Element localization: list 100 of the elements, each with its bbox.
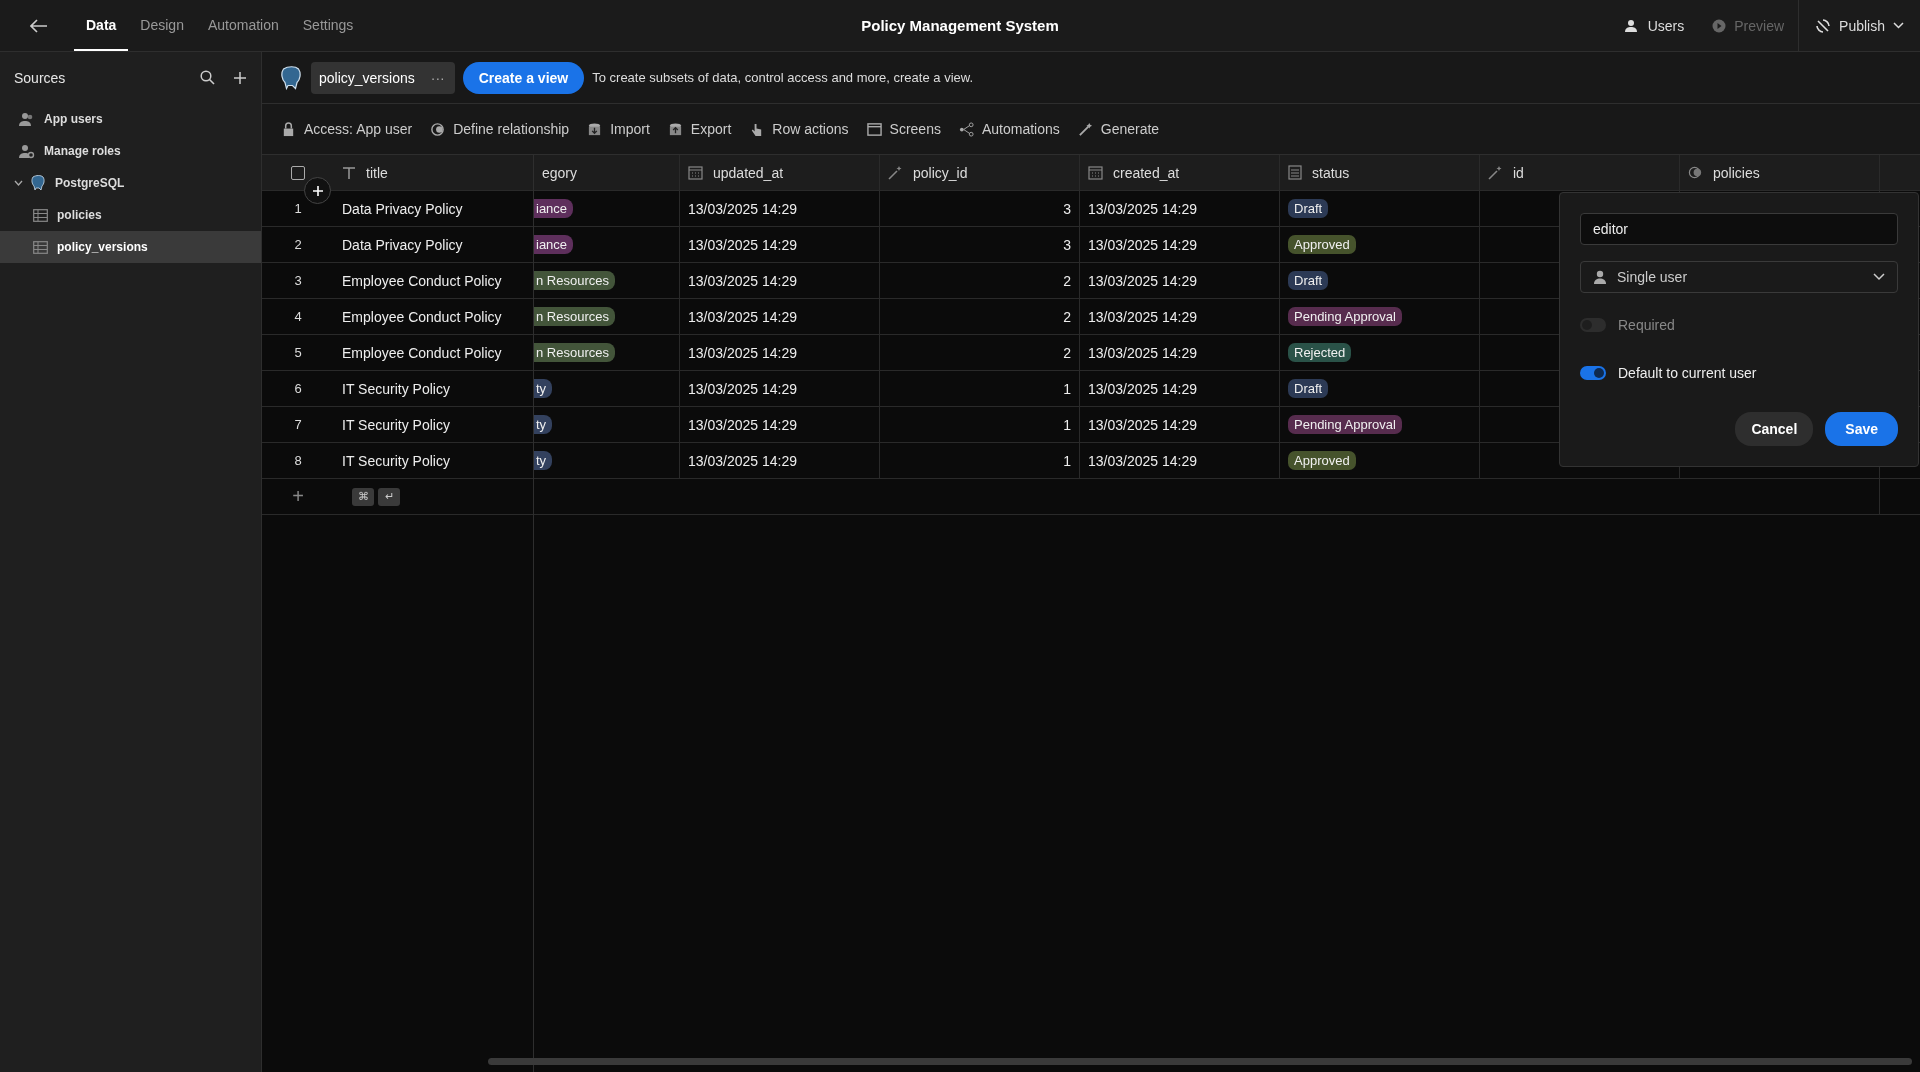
sidebar-item[interactable]: policies xyxy=(0,199,261,231)
play-icon xyxy=(1712,18,1727,33)
plus-icon xyxy=(311,184,324,197)
relationship-icon xyxy=(430,121,446,137)
column-header[interactable]: status xyxy=(1280,155,1480,190)
category-tag: iance xyxy=(534,235,574,254)
table-cell: 13/03/2025 14:29 xyxy=(1080,299,1280,334)
user-icon xyxy=(1593,270,1607,284)
toolbar-button[interactable]: Automations xyxy=(955,121,1071,137)
sidebar-item[interactable]: Manage roles xyxy=(0,135,261,167)
toolbar-button[interactable]: Generate xyxy=(1074,121,1171,137)
category-tag: n Resources xyxy=(534,343,615,362)
toolbar-button[interactable]: Row actions xyxy=(746,121,860,137)
category-tag: n Resources xyxy=(534,307,615,326)
table-cell-text: Employee Conduct Policy xyxy=(341,307,503,327)
publish-button[interactable]: Publish xyxy=(1798,0,1920,51)
shortcut-key: ↵ xyxy=(378,487,400,506)
shortcut-key: ⌘ xyxy=(352,487,374,506)
category-tag: ty xyxy=(534,451,553,470)
hint-text: To create subsets of data, control access and more, create a view. xyxy=(592,70,974,85)
table-cell-text: Data Privacy Policy xyxy=(341,199,464,219)
category-tag: n Resources xyxy=(534,271,615,290)
status-tag: Approved xyxy=(1288,451,1356,470)
circles-icon xyxy=(1688,165,1703,180)
wand-icon xyxy=(888,165,903,180)
search-icon[interactable] xyxy=(200,70,215,85)
table-cell: 13/03/2025 14:29 xyxy=(1080,443,1280,478)
list-icon xyxy=(1288,165,1302,180)
create-view-button[interactable]: Create a view xyxy=(462,61,585,94)
calendar-icon xyxy=(688,165,703,180)
scrollbar[interactable] xyxy=(488,1058,1912,1065)
toolbar-button[interactable]: Screens xyxy=(863,121,952,137)
type-dropdown[interactable]: Single user xyxy=(1580,261,1898,293)
toggle-label: Default to current user xyxy=(1618,365,1757,381)
row-number: 2 xyxy=(293,236,303,254)
add-row-button[interactable]: + xyxy=(292,485,304,508)
table-cell: 13/03/2025 14:29 xyxy=(1080,191,1280,226)
screen-icon xyxy=(866,121,882,137)
column-header[interactable]: egory xyxy=(534,155,680,190)
nav-tab[interactable]: Automation xyxy=(195,0,291,51)
topbar-button[interactable]: Users xyxy=(1610,17,1699,34)
sidebar-item[interactable]: App users xyxy=(0,103,261,135)
nav-tab[interactable]: Design xyxy=(128,0,196,51)
toolbar-button[interactable]: Import xyxy=(584,121,661,137)
cancel-button[interactable]: Cancel xyxy=(1735,412,1814,446)
save-button[interactable]: Save xyxy=(1825,412,1898,446)
column-header[interactable]: id xyxy=(1480,155,1680,190)
automation-icon xyxy=(958,121,974,137)
add-column-button[interactable] xyxy=(304,177,331,204)
table-name-tab[interactable]: policy_versions ··· xyxy=(311,61,455,94)
status-tag: Draft xyxy=(1288,199,1329,218)
row-number: 7 xyxy=(293,416,303,434)
status-tag: Pending Approval xyxy=(1288,415,1402,434)
table-cell-text: IT Security Policy xyxy=(341,451,451,471)
table-cell-text: IT Security Policy xyxy=(341,379,451,399)
user-gear-icon xyxy=(19,143,35,159)
table-cell: 3 xyxy=(880,191,1080,226)
name-field[interactable]: editor xyxy=(1580,213,1898,245)
table-cell-text: Data Privacy Policy xyxy=(341,235,464,255)
table-cell-text: Employee Conduct Policy xyxy=(341,271,503,291)
calendar-icon xyxy=(1088,165,1103,180)
add-icon[interactable] xyxy=(233,70,247,85)
lock-icon xyxy=(281,121,296,137)
sidebar-item[interactable]: policy_versions xyxy=(0,231,261,263)
table-cell: 13/03/2025 14:29 xyxy=(680,407,880,442)
row-number: 6 xyxy=(293,380,303,398)
wand-icon xyxy=(1077,121,1093,137)
status-tag: Approved xyxy=(1288,235,1356,254)
row-number: 5 xyxy=(293,344,303,362)
back-icon[interactable] xyxy=(30,18,48,33)
toolbar-button[interactable]: Export xyxy=(664,121,743,137)
table-cell: 13/03/2025 14:29 xyxy=(680,191,880,226)
status-tag: Pending Approval xyxy=(1288,307,1402,326)
table-cell: 2 xyxy=(880,299,1080,334)
category-tag: ty xyxy=(534,379,553,398)
table-cell: 1 xyxy=(880,407,1080,442)
column-header[interactable]: created_at xyxy=(1080,155,1280,190)
column-header[interactable]: policy_id xyxy=(880,155,1080,190)
toolbar-button[interactable]: Define relationship xyxy=(427,121,581,137)
toggle-switch[interactable] xyxy=(1580,366,1606,380)
table-cell: 13/03/2025 14:29 xyxy=(1080,407,1280,442)
toolbar-button[interactable]: Access: App user xyxy=(278,121,424,137)
import-icon xyxy=(587,121,603,137)
table-icon xyxy=(33,240,48,254)
table-cell: 13/03/2025 14:29 xyxy=(680,299,880,334)
row-number: 3 xyxy=(293,272,303,290)
table-cell: 13/03/2025 14:29 xyxy=(1080,227,1280,262)
column-header[interactable]: policies xyxy=(1680,155,1880,190)
select-all-checkbox[interactable] xyxy=(291,165,305,180)
status-tag: Rejected xyxy=(1288,343,1352,362)
table-cell-text: IT Security Policy xyxy=(341,415,451,435)
sidebar-item[interactable]: PostgreSQL xyxy=(0,167,261,199)
table-cell: 2 xyxy=(880,263,1080,298)
sidebar-title: Sources xyxy=(14,69,66,86)
caret-icon[interactable] xyxy=(14,180,23,186)
column-header[interactable]: updated_at xyxy=(680,155,880,190)
table-cell: 13/03/2025 14:29 xyxy=(680,443,880,478)
nav-tab[interactable]: Settings xyxy=(290,0,366,51)
table-cell: 13/03/2025 14:29 xyxy=(680,227,880,262)
wand-icon xyxy=(1488,165,1503,180)
